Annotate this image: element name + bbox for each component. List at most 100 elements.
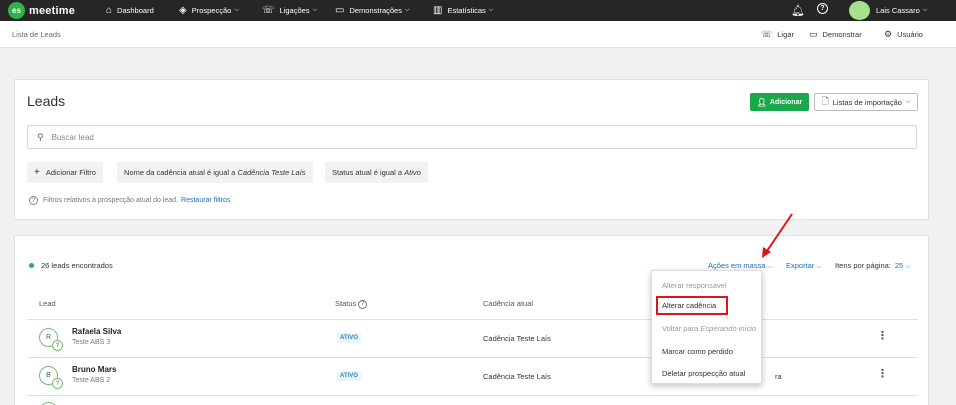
home-icon: ⌂ bbox=[106, 4, 113, 16]
add-lead-label: Adicionar bbox=[769, 98, 803, 106]
lead-avatar: R ? bbox=[39, 328, 63, 351]
leads-count: 26 leads encontrados bbox=[29, 261, 113, 270]
chevron-down-icon: ⌵ bbox=[767, 264, 773, 270]
lead-initial: B bbox=[46, 372, 51, 379]
lead-initial: R bbox=[45, 334, 52, 341]
chevron-down-icon: ⌵ bbox=[905, 98, 911, 105]
call-label: Ligar bbox=[777, 30, 794, 39]
user-menu[interactable]: Lais Cassaro ⌵ bbox=[876, 0, 927, 21]
lead-name[interactable]: Bruno Mars bbox=[72, 365, 116, 374]
menu-item-change-cadence[interactable]: Alterar cadência bbox=[662, 301, 716, 310]
leads-filter-card: Leads 👤︎ Adicionar 🗋︎ Listas de importaç… bbox=[14, 79, 929, 220]
filter-status-value: Ativo bbox=[404, 168, 421, 177]
column-status-label: Status bbox=[335, 299, 357, 308]
column-header-lead[interactable]: Lead bbox=[39, 299, 56, 308]
call-button[interactable]: ☏ Ligar bbox=[761, 21, 794, 48]
leads-count-text: 26 leads encontrados bbox=[41, 261, 113, 270]
menu-item-prefix: Voltar para bbox=[662, 324, 701, 333]
filter-cadence-prefix: Nome da cadência atual é igual a bbox=[124, 168, 236, 177]
user-name: Lais Cassaro bbox=[876, 6, 920, 15]
demo-button[interactable]: ▭ Demonstrar bbox=[809, 21, 862, 48]
search-icon: ⚲ bbox=[37, 131, 44, 142]
chevron-down-icon: ⌵ bbox=[312, 7, 318, 13]
import-lists-label: Listas de importação bbox=[832, 97, 902, 107]
lead-cadence: Cadência Teste Laís bbox=[483, 372, 551, 381]
question-badge-icon: ? bbox=[52, 340, 63, 351]
per-page-value: 25 bbox=[894, 261, 904, 270]
phone-icon: ☏ bbox=[262, 4, 275, 16]
target-icon: ◈ bbox=[179, 4, 187, 16]
bell-icon[interactable]: 🔔︎ bbox=[791, 4, 805, 17]
add-filter-label: Adicionar Filtro bbox=[45, 168, 96, 177]
import-lists-button[interactable]: 🗋︎ Listas de importação ⌵ bbox=[814, 93, 918, 111]
menu-item-mark-lost[interactable]: Marcar como perdido bbox=[662, 347, 733, 356]
filter-chip-cadence[interactable]: Nome da cadência atual é igual a Cadênci… bbox=[117, 162, 313, 183]
export-dropdown[interactable]: Exportar ⌵ bbox=[786, 261, 821, 271]
add-lead-button[interactable]: 👤︎ Adicionar bbox=[750, 93, 809, 111]
export-label: Exportar bbox=[786, 261, 815, 270]
brand-logo[interactable]: es meetime bbox=[8, 2, 75, 19]
nav-estatisticas[interactable]: ▥ Estatísticas ⌵ bbox=[433, 0, 493, 21]
top-navbar: es meetime ⌂ Dashboard ◈ Prospecção ⌵ ☏ … bbox=[0, 0, 956, 21]
nav-dashboard[interactable]: ⌂ Dashboard bbox=[106, 0, 154, 21]
page-title: Leads bbox=[27, 93, 66, 109]
status-badge: ATIVO bbox=[337, 371, 361, 381]
breadcrumb: Lista de Leads bbox=[12, 30, 61, 39]
chevron-down-icon: ⌵ bbox=[905, 264, 910, 270]
column-header-cadence[interactable]: Cadência atual bbox=[483, 299, 533, 308]
sub-header: Lista de Leads ☏ Ligar ▭ Demonstrar ⚙ Us… bbox=[0, 21, 956, 48]
lead-avatar: B ? bbox=[39, 366, 63, 389]
demo-label: Demonstrar bbox=[822, 30, 862, 39]
table-row[interactable]: B ? Bruno Mars Teste ABS 2 ATIVO Cadênci… bbox=[15, 358, 928, 395]
chevron-down-icon: ⌵ bbox=[922, 7, 928, 13]
user-action-label: Usuário bbox=[897, 30, 923, 39]
lead-extra-text: ra bbox=[775, 372, 782, 381]
column-header-status[interactable]: Status? bbox=[335, 299, 368, 309]
user-action-button[interactable]: ⚙ Usuário bbox=[884, 21, 923, 48]
nav-prospeccao[interactable]: ◈ Prospecção ⌵ bbox=[179, 0, 239, 21]
nav-demonstracoes[interactable]: ▭ Demonstrações ⌵ bbox=[335, 0, 410, 21]
avatar[interactable] bbox=[849, 1, 870, 20]
help-icon: ? bbox=[358, 299, 368, 309]
chevron-down-icon: ⌵ bbox=[816, 264, 821, 270]
help-icon[interactable]: ? bbox=[817, 3, 828, 14]
add-filter-button[interactable]: + Adicionar Filtro bbox=[27, 162, 103, 183]
lead-company: Teste ABS 3 bbox=[72, 339, 111, 346]
nav-ligacoes[interactable]: ☏ Ligações ⌵ bbox=[262, 0, 317, 21]
add-user-icon: 👤︎ bbox=[756, 97, 767, 107]
leads-results-card: 26 leads encontrados Ações em massa ⌵ Exp… bbox=[14, 235, 929, 405]
status-badge: ATIVO bbox=[337, 333, 361, 343]
more-options-icon[interactable]: ⋮ bbox=[877, 331, 888, 342]
nav-label: Estatísticas bbox=[447, 6, 486, 15]
filter-chip-status[interactable]: Status atual é igual a Ativo bbox=[325, 162, 428, 183]
table-row[interactable]: R ? Rafaela Silva Teste ABS 3 ATIVO Cadê… bbox=[15, 320, 928, 357]
brand-name: meetime bbox=[29, 4, 76, 17]
meetime-logo-mark: es bbox=[8, 2, 25, 19]
filter-status-prefix: Status atual é igual a bbox=[332, 168, 403, 177]
per-page-selector[interactable]: Itens por página: 25 ⌵ bbox=[835, 261, 910, 271]
hint-text: Filtros relativos à prospecção atual do … bbox=[43, 197, 179, 204]
nav-label: Ligações bbox=[279, 6, 310, 15]
nav-label: Prospecção bbox=[191, 6, 232, 15]
restore-filters-link[interactable]: Restaurar filtros bbox=[181, 197, 230, 204]
menu-item-em: Esperando início bbox=[700, 324, 757, 333]
bulk-actions-menu: Alterar responsável Alterar cadência Vol… bbox=[651, 270, 762, 384]
phone-icon: ☏ bbox=[761, 29, 773, 39]
status-dot bbox=[29, 263, 34, 268]
chart-icon: ▥ bbox=[433, 4, 443, 16]
monitor-icon: ▭ bbox=[809, 29, 818, 39]
menu-item-back-to-waiting[interactable]: Voltar para Esperando início bbox=[662, 324, 756, 333]
search-input[interactable] bbox=[51, 132, 852, 142]
lead-company: Teste ABS 2 bbox=[72, 377, 111, 384]
file-icon: 🗋︎ bbox=[821, 96, 829, 106]
lead-name[interactable]: Rafaela Silva bbox=[72, 327, 121, 336]
menu-item-change-owner[interactable]: Alterar responsável bbox=[662, 281, 727, 290]
lead-cadence: Cadência Teste Laís bbox=[483, 334, 551, 343]
menu-item-delete-prospection[interactable]: Deletar prospecção atual bbox=[662, 369, 745, 378]
more-options-icon[interactable]: ⋮ bbox=[877, 369, 888, 380]
filter-cadence-value: Cadência Teste Laís bbox=[237, 168, 306, 177]
user-gear-icon: ⚙ bbox=[884, 29, 893, 39]
nav-label: Dashboard bbox=[117, 6, 154, 15]
per-page-label: Itens por página: bbox=[835, 261, 891, 270]
search-box: ⚲ bbox=[27, 125, 917, 149]
